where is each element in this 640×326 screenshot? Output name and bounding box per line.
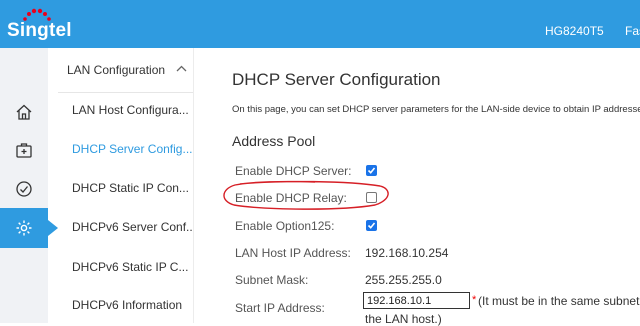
lan-host-ip-value: 192.168.10.254 (365, 246, 449, 260)
lan-host-ip-label: LAN Host IP Address: (235, 246, 351, 260)
page-description: On this page, you can set DHCP server pa… (232, 104, 640, 115)
start-ip-hint: (It must be in the same subnet (478, 294, 640, 308)
menu-item-dhcpv6-server[interactable]: DHCPv6 Server Conf... (72, 220, 192, 234)
enable-dhcp-relay-checkbox[interactable] (366, 192, 377, 203)
top-header: Singtel HG8240T5 Fast (0, 0, 640, 48)
start-ip-input[interactable] (363, 292, 470, 309)
enable-dhcp-server-checkbox[interactable] (366, 165, 377, 176)
menu-section-label: LAN Configuration (67, 63, 166, 77)
required-mark: * (472, 294, 477, 306)
menu-section-header[interactable]: LAN Configuration (58, 48, 193, 93)
rail-item-diagnose[interactable] (0, 130, 48, 170)
enable-dhcp-server-label: Enable DHCP Server: (235, 164, 352, 178)
brand-logo-text: Singtel (7, 20, 72, 41)
subnet-mask-value: 255.255.255.0 (365, 273, 442, 287)
checkmark-icon (367, 167, 376, 174)
menu-item-dhcp-static-ip[interactable]: DHCP Static IP Con... (72, 181, 192, 195)
enable-option125-checkbox[interactable] (366, 220, 377, 231)
gear-icon (16, 220, 32, 236)
speedometer-icon (16, 181, 32, 197)
rail-item-settings[interactable] (0, 208, 58, 248)
header-right-text: Fast (625, 24, 640, 38)
menu-item-lan-host[interactable]: LAN Host Configura... (72, 103, 192, 117)
rail-item-home[interactable] (0, 92, 48, 132)
home-icon (16, 104, 32, 120)
menu-item-dhcpv6-information[interactable]: DHCPv6 Information (72, 298, 192, 312)
first-aid-icon (16, 143, 32, 158)
checkmark-icon (367, 222, 376, 229)
active-indicator (48, 220, 58, 236)
menu-item-dhcpv6-static-ip[interactable]: DHCPv6 Static IP C... (72, 260, 192, 274)
enable-option125-label: Enable Option125: (235, 219, 335, 233)
start-ip-label: Start IP Address: (235, 301, 325, 315)
secondary-menu: LAN Configuration LAN Host Configura... … (58, 48, 194, 323)
page-title: DHCP Server Configuration (232, 70, 441, 89)
menu-item-dhcp-server[interactable]: DHCP Server Config... (72, 142, 192, 156)
icon-rail (0, 48, 58, 323)
section-title: Address Pool (232, 133, 316, 149)
enable-dhcp-relay-label: Enable DHCP Relay: (235, 191, 347, 205)
chevron-up-icon (176, 65, 187, 72)
start-ip-hint-continued: the LAN host.) (365, 312, 442, 326)
device-model: HG8240T5 (545, 24, 604, 38)
subnet-mask-label: Subnet Mask: (235, 273, 309, 287)
rail-item-status[interactable] (0, 169, 48, 209)
